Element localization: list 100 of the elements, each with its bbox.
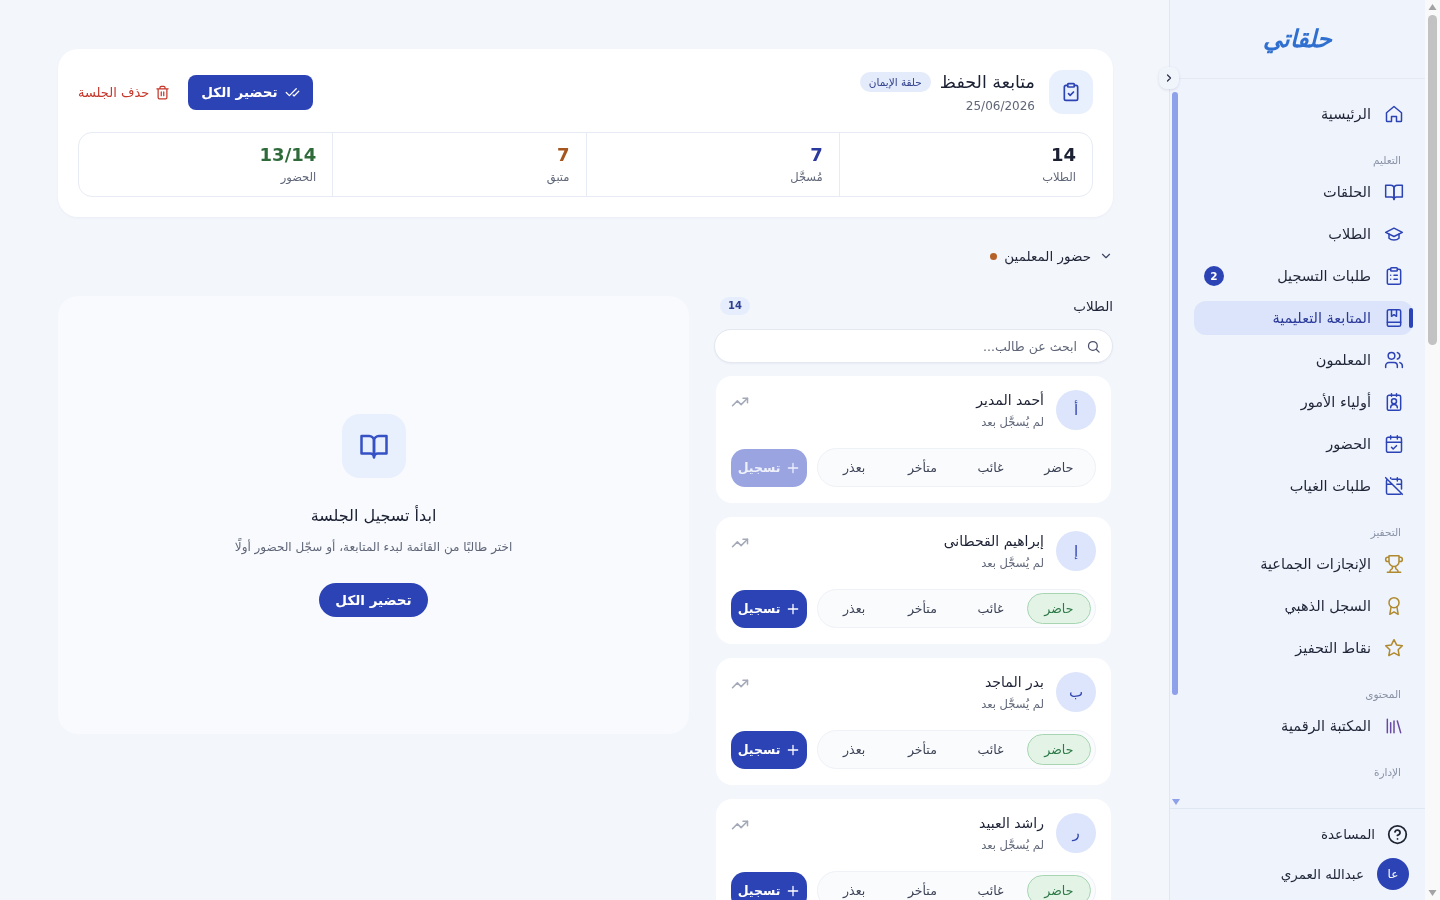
attendance-option[interactable]: متأخر: [890, 875, 955, 900]
record-button[interactable]: تسجيل: [731, 730, 807, 769]
session-date: 25/06/2026: [965, 97, 1035, 114]
attendance-option[interactable]: متأخر: [890, 452, 955, 483]
attendance-option[interactable]: غائب: [958, 875, 1023, 900]
attendance-option[interactable]: بعذر: [822, 452, 887, 483]
nav-item[interactable]: الرئيسية: [1194, 97, 1413, 131]
student-name: أحمد المدير: [976, 391, 1044, 409]
nav-section-heading: التحفيز: [1370, 525, 1401, 541]
student-avatar: ر: [1056, 813, 1096, 853]
attendance-option[interactable]: غائب: [958, 593, 1023, 624]
attendance-option[interactable]: حاضر: [1026, 452, 1091, 483]
open-book-icon: [341, 413, 406, 478]
teacher-attendance-toggle[interactable]: حضور المعلمين: [1004, 248, 1113, 264]
record-button[interactable]: تسجيل: [731, 871, 807, 900]
empty-state-title: ابدأ تسجيل الجلسة: [310, 504, 437, 527]
attendance-option[interactable]: بعذر: [822, 593, 887, 624]
scroll-down-arrow-icon[interactable]: [1428, 890, 1437, 896]
plus-icon: [786, 460, 801, 475]
student-avatar: أ: [1056, 390, 1096, 430]
plus-icon: [786, 883, 801, 898]
student-avatar: ب: [1056, 672, 1096, 712]
nav-item[interactable]: الحلقات: [1194, 175, 1413, 209]
student-name: إبراهيم القحطانى: [943, 532, 1044, 550]
sidebar-scrollbar-thumb[interactable]: [1172, 92, 1178, 695]
attendance-option[interactable]: غائب: [958, 452, 1023, 483]
nav-item[interactable]: الإنجازات الجماعية: [1194, 547, 1413, 581]
student-status: لم يُسجَّل بعد: [981, 838, 1044, 853]
empty-state-description: اختر طالبًا من القائمة لبدء المتابعة، أو سجّل الحضور أولًا: [234, 537, 513, 556]
attendance-option[interactable]: متأخر: [890, 734, 955, 765]
bookmarked-book-icon: [1384, 308, 1404, 328]
stat-label: متبق: [546, 170, 570, 185]
nav-item[interactable]: الحضور: [1194, 427, 1413, 461]
clipboard-list-icon: [1384, 266, 1404, 286]
active-indicator: [1409, 308, 1413, 328]
collapse-sidebar-button[interactable]: [1159, 67, 1179, 89]
stat-value: 13/14: [259, 144, 317, 166]
calendar-off-icon: [1384, 476, 1404, 496]
nav-item[interactable]: المكتبة الرقمية: [1194, 709, 1413, 743]
attendance-option[interactable]: غائب: [958, 734, 1023, 765]
user-avatar[interactable]: عا: [1377, 858, 1409, 890]
trophy-icon: [1384, 554, 1404, 574]
plus-icon: [786, 742, 801, 757]
student-name: راشد العبيد: [979, 814, 1044, 832]
page-scrollbar-thumb[interactable]: [1428, 15, 1437, 345]
stat-value: 7: [556, 144, 570, 166]
attendance-option[interactable]: متأخر: [890, 593, 955, 624]
calendar-check-icon: [1384, 434, 1404, 454]
session-title: متابعة الحفظ: [939, 70, 1035, 93]
delete-session-link[interactable]: حذف الجلسة: [78, 84, 171, 100]
scroll-up-arrow-icon[interactable]: [1428, 4, 1437, 10]
plus-icon: [786, 601, 801, 616]
student-status: لم يُسجَّل بعد: [981, 415, 1044, 430]
attendance-option[interactable]: بعذر: [822, 875, 887, 900]
record-button[interactable]: تسجيل: [731, 589, 807, 628]
student-avatar: إ: [1056, 531, 1096, 571]
library-shelf-icon: [1384, 716, 1404, 736]
students-count-badge: 14: [720, 297, 750, 315]
contact-card-icon: [1384, 392, 1404, 412]
stat-value: 7: [810, 144, 823, 166]
nav-item[interactable]: أولياء الأمور: [1194, 385, 1413, 419]
star-icon: [1384, 638, 1404, 658]
nav-item[interactable]: طلبات التسجيل: [1230, 259, 1413, 293]
nav-section-heading: المحتوى: [1365, 687, 1401, 703]
nav-section-heading: الإدارة: [1373, 765, 1401, 781]
nav-item[interactable]: المعلمون: [1194, 343, 1413, 377]
attendance-option[interactable]: حاضر: [1026, 734, 1091, 765]
mark-all-button[interactable]: تحضير الكل: [188, 74, 313, 110]
trash-icon: [155, 84, 171, 100]
help-link[interactable]: المساعدة: [1320, 814, 1408, 854]
nav-item[interactable]: السجل الذهبي: [1194, 589, 1413, 623]
open-book-icon: [1384, 182, 1404, 202]
student-name: بدر الماجد: [985, 673, 1044, 691]
stat-label: الطلاب: [1042, 170, 1076, 185]
attendance-option[interactable]: بعذر: [822, 734, 887, 765]
nav-item[interactable]: المتابعة التعليمية: [1194, 301, 1413, 335]
user-name: عبدالله العمري: [1280, 866, 1364, 882]
student-status: لم يُسجَّل بعد: [981, 556, 1044, 571]
count-badge: 2: [1204, 266, 1224, 286]
nav-item[interactable]: نقاط التحفيز: [1194, 631, 1413, 665]
nav-section-heading: التعليم: [1373, 153, 1401, 169]
stat-label: مُسجَّل: [790, 170, 823, 185]
home-icon: [1384, 104, 1404, 124]
stat-label: الحضور: [280, 170, 317, 185]
attendance-option[interactable]: حاضر: [1026, 875, 1091, 900]
clipboard-check-icon: [1049, 70, 1093, 114]
users-icon: [1384, 350, 1404, 370]
help-icon: [1387, 823, 1408, 845]
students-heading: الطلاب: [1073, 297, 1113, 315]
stat-value: 14: [1050, 144, 1076, 166]
search-icon: [1086, 339, 1101, 354]
student-status: لم يُسجَّل بعد: [981, 697, 1044, 712]
attendance-option[interactable]: حاضر: [1026, 593, 1091, 624]
circle-tag: حلقة الإيمان: [859, 71, 931, 92]
app-logo: حلقاتي: [1263, 24, 1332, 54]
scroll-down-arrow-icon[interactable]: [1172, 799, 1180, 805]
mark-all-button[interactable]: تحضير الكل: [319, 582, 428, 617]
nav-item[interactable]: الطلاب: [1194, 217, 1413, 251]
search-field[interactable]: ابحث عن طالب...: [714, 329, 1113, 363]
nav-item[interactable]: طلبات الغياب: [1194, 469, 1413, 503]
